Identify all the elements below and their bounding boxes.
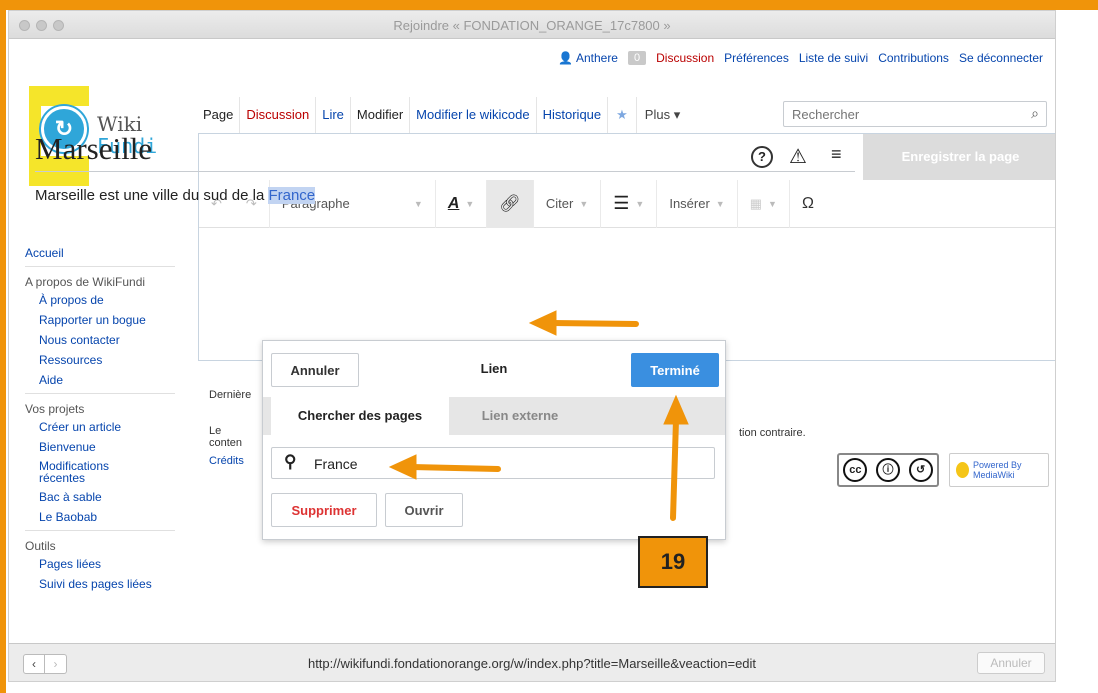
arrowhead-link-text <box>528 310 557 336</box>
arrow-to-link-text <box>549 320 639 327</box>
arrow-to-search-field <box>409 464 501 472</box>
annotation-arrows <box>388 310 689 521</box>
step-number-badge: 19 <box>638 536 708 588</box>
arrow-to-done-button <box>670 417 679 521</box>
arrowhead-search-field <box>388 454 417 480</box>
arrowhead-done-button <box>663 394 689 425</box>
